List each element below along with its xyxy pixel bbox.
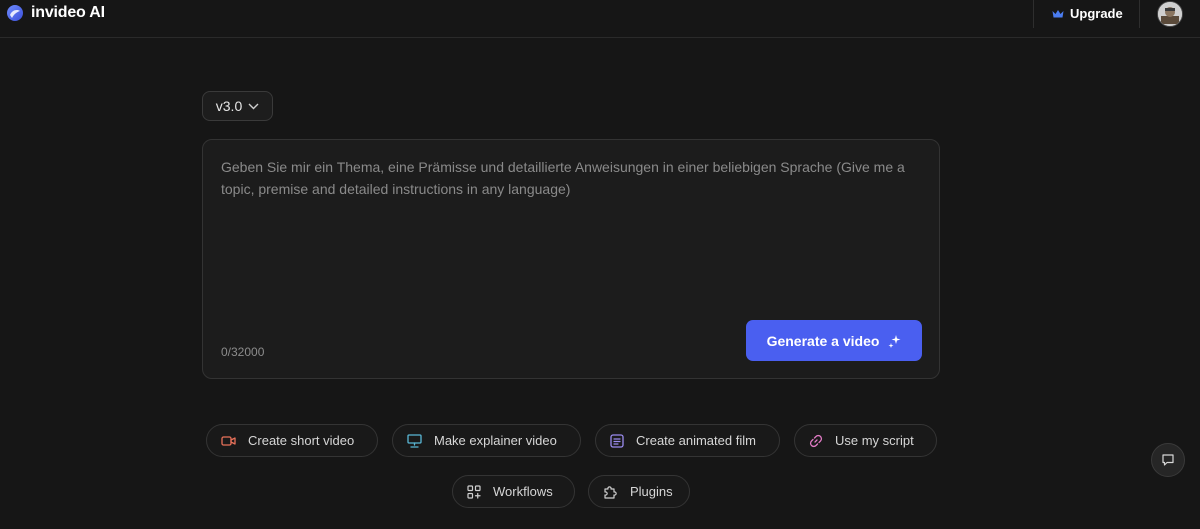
chip-label: Use my script <box>835 433 914 448</box>
video-camera-icon <box>221 435 236 446</box>
feedback-chat-button[interactable] <box>1151 443 1185 477</box>
chip-label: Create animated film <box>636 433 756 448</box>
chip-label: Workflows <box>493 484 553 499</box>
version-dropdown[interactable]: v3.0 <box>202 91 273 121</box>
generate-video-button[interactable]: Generate a video <box>746 320 922 361</box>
app-name: invideo AI <box>31 4 105 21</box>
generate-video-label: Generate a video <box>766 332 880 349</box>
workflows-button[interactable]: Workflows <box>452 475 575 508</box>
plugins-button[interactable]: Plugins <box>588 475 690 508</box>
link-icon <box>809 434 823 447</box>
film-list-icon <box>610 433 624 448</box>
prompt-card: 0/32000 Generate a video <box>202 139 940 379</box>
upgrade-button[interactable]: Upgrade <box>1052 6 1123 21</box>
user-avatar-icon <box>1158 2 1182 26</box>
chip-label: Plugins <box>630 484 673 499</box>
grid-plus-icon <box>467 484 481 499</box>
version-value: v3.0 <box>215 98 243 114</box>
avatar[interactable] <box>1157 1 1183 27</box>
chip-label: Make explainer video <box>434 433 557 448</box>
upgrade-label: Upgrade <box>1070 6 1123 21</box>
logo[interactable]: invideo AI <box>6 4 105 22</box>
crown-icon <box>1052 9 1064 17</box>
make-explainer-video-button[interactable]: Make explainer video <box>392 424 581 457</box>
presentation-icon <box>407 433 422 448</box>
character-counter: 0/32000 <box>221 345 265 359</box>
header-divider <box>1033 0 1034 28</box>
use-my-script-button[interactable]: Use my script <box>794 424 937 457</box>
header-divider <box>1139 0 1140 28</box>
create-animated-film-button[interactable]: Create animated film <box>595 424 780 457</box>
puzzle-icon <box>604 486 617 499</box>
sparkle-icon <box>888 334 901 348</box>
create-short-video-button[interactable]: Create short video <box>206 424 378 457</box>
chat-bubble-icon <box>1162 454 1174 466</box>
prompt-input[interactable] <box>221 156 919 306</box>
chevron-down-icon <box>248 103 259 109</box>
top-bar: invideo AI Upgrade <box>0 0 1200 38</box>
invideo-logo-icon <box>7 5 23 21</box>
chip-label: Create short video <box>248 433 355 448</box>
